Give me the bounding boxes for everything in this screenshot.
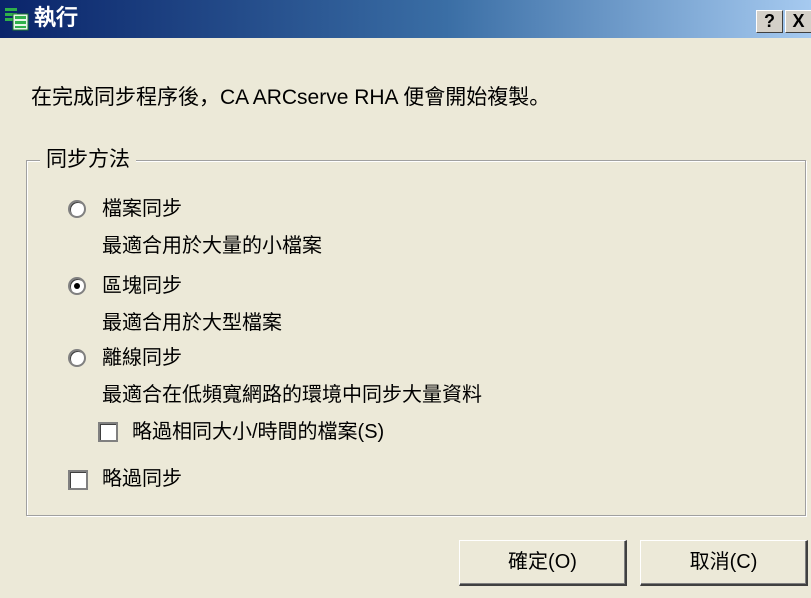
offline-sync-radio[interactable]	[68, 349, 86, 367]
title-bar[interactable]: 執行 ? X	[0, 0, 811, 38]
offline-sync-description: 最適合在低頻寬網路的環境中同步大量資料	[102, 384, 482, 406]
offline-sync-label[interactable]: 離線同步	[102, 345, 182, 371]
file-sync-label[interactable]: 檔案同步	[102, 196, 182, 222]
ok-button[interactable]: 確定(O)	[459, 540, 627, 586]
info-message: 在完成同步程序後，CA ARCserve RHA 便會開始複製。	[31, 86, 551, 109]
block-sync-radio[interactable]	[68, 277, 86, 295]
skip-sync-label[interactable]: 略過同步	[102, 466, 182, 492]
file-sync-description: 最適合用於大量的小檔案	[102, 235, 322, 257]
radio-selected-dot	[74, 283, 80, 289]
cancel-button[interactable]: 取消(C)	[640, 540, 808, 586]
ignore-same-files-checkbox[interactable]	[98, 422, 118, 442]
skip-sync-checkbox[interactable]	[68, 470, 88, 490]
window-title: 執行	[34, 5, 79, 30]
block-sync-label[interactable]: 區塊同步	[102, 273, 182, 299]
close-button[interactable]: X	[785, 10, 811, 33]
app-icon	[4, 6, 30, 32]
block-sync-description: 最適合用於大型檔案	[102, 312, 282, 334]
help-button[interactable]: ?	[756, 10, 783, 33]
execute-dialog: 執行 ? X 在完成同步程序後，CA ARCserve RHA 便會開始複製。 …	[0, 0, 811, 598]
ignore-same-files-label[interactable]: 略過相同大小/時間的檔案(S)	[132, 419, 384, 445]
sync-method-legend: 同步方法	[40, 146, 136, 174]
file-sync-radio[interactable]	[68, 200, 86, 218]
